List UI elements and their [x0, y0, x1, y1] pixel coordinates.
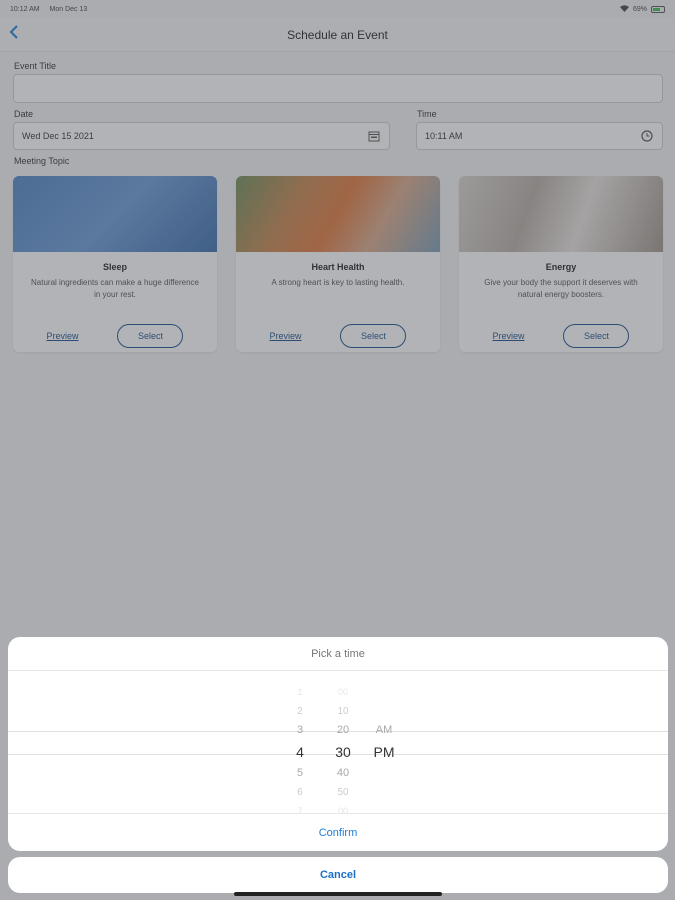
minute-option[interactable]: 00 — [323, 683, 363, 702]
period-option-selected[interactable]: PM — [364, 740, 404, 764]
hour-option[interactable]: 3 — [280, 721, 320, 740]
period-option[interactable]: AM — [364, 721, 404, 740]
minute-option[interactable]: 50 — [323, 783, 363, 802]
minute-option-selected[interactable]: 30 — [323, 740, 363, 764]
confirm-button[interactable]: Confirm — [8, 813, 668, 851]
cancel-button[interactable]: Cancel — [8, 857, 668, 893]
home-indicator — [234, 892, 442, 896]
hour-option-selected[interactable]: 4 — [280, 740, 320, 764]
period-column[interactable]: AM PM — [364, 721, 404, 764]
minute-option[interactable]: 10 — [323, 702, 363, 721]
minute-option[interactable]: 20 — [323, 721, 363, 740]
time-picker-wheel[interactable]: 1 2 3 4 5 6 7 00 10 20 30 40 50 00 AM PM — [8, 673, 668, 816]
time-picker-sheet: Pick a time 1 2 3 4 5 6 7 00 10 20 30 40… — [8, 637, 668, 851]
minute-option[interactable]: 40 — [323, 764, 363, 783]
hour-option[interactable]: 1 — [280, 683, 320, 702]
picker-title: Pick a time — [8, 637, 668, 671]
hour-option[interactable]: 2 — [280, 702, 320, 721]
hour-column[interactable]: 1 2 3 4 5 6 7 — [280, 683, 320, 821]
hour-option[interactable]: 6 — [280, 783, 320, 802]
hour-option[interactable]: 5 — [280, 764, 320, 783]
minute-column[interactable]: 00 10 20 30 40 50 00 — [323, 683, 363, 821]
